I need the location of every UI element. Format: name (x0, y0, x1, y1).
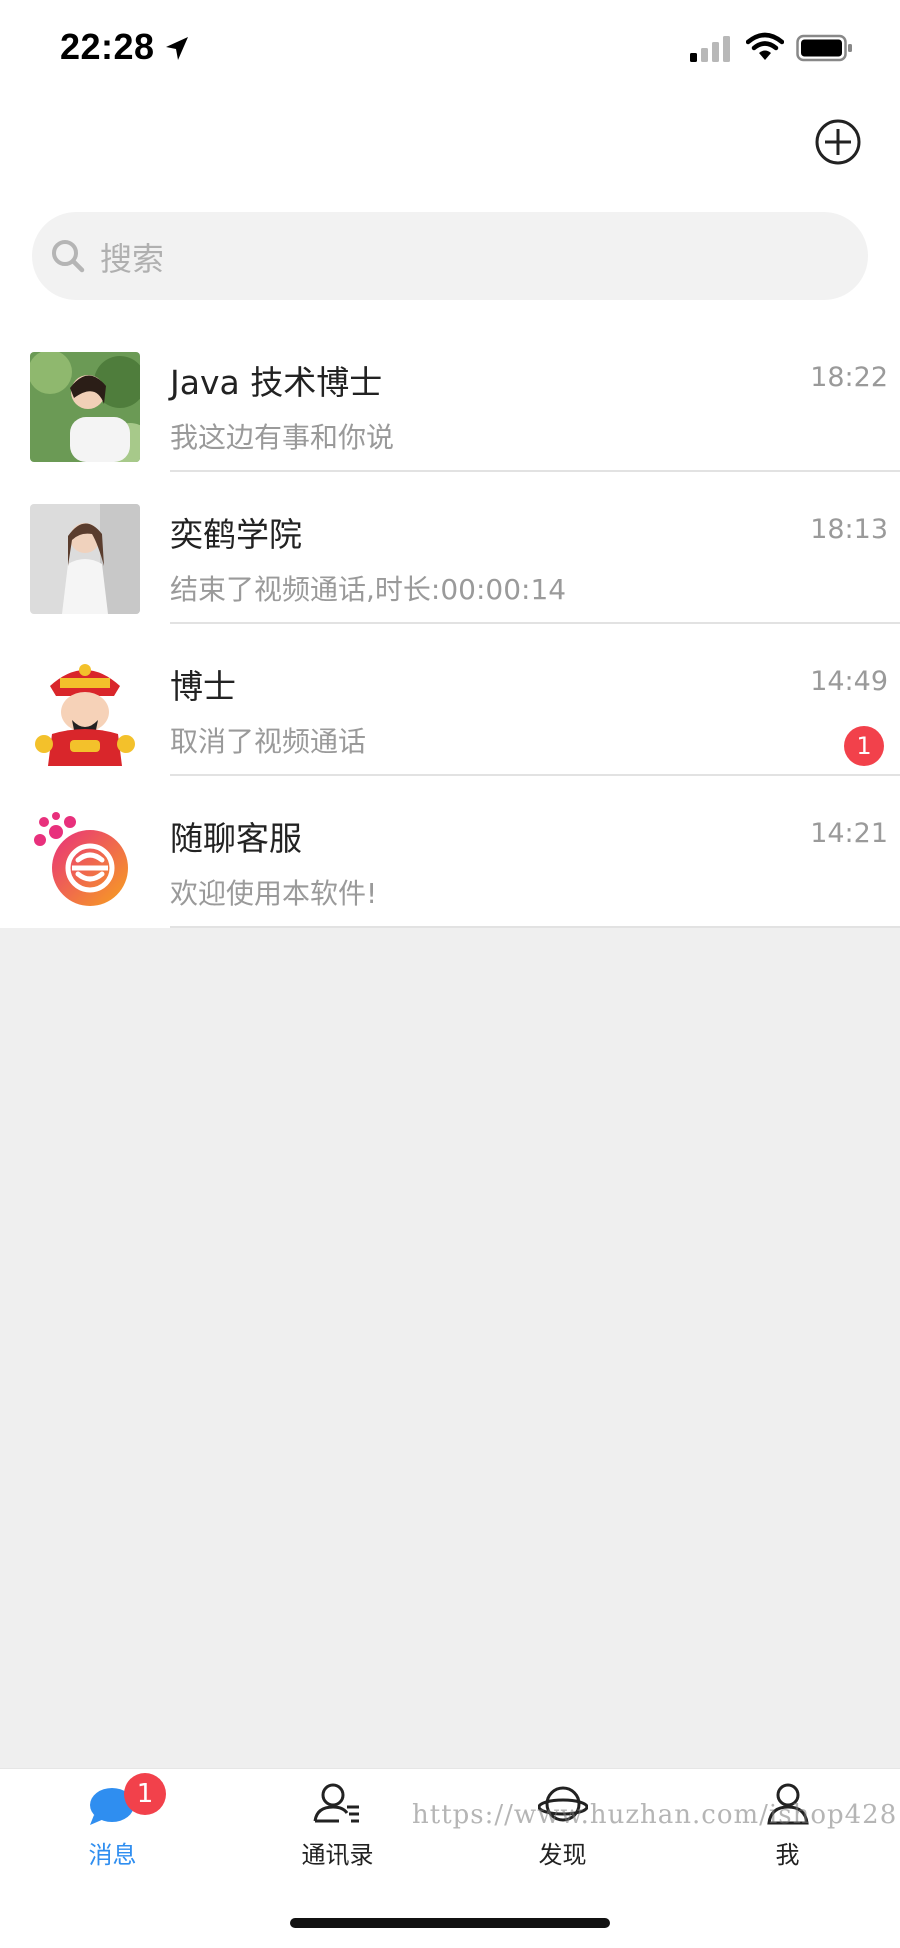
watermark: https://www.huzhan.com/ishop42813 (412, 1800, 900, 1830)
divider (170, 926, 900, 928)
chat-time: 14:21 (810, 818, 888, 849)
tab-label: 消息 (88, 1841, 137, 1869)
chat-item[interactable]: 随聊客服 欢迎使用本软件! 14:21 (0, 776, 900, 928)
tab-label: 通讯录 (301, 1841, 374, 1869)
location-arrow-icon (166, 37, 188, 60)
chat-message-preview: 欢迎使用本软件! (170, 877, 378, 910)
tab-label: 我 (775, 1841, 800, 1869)
avatar (30, 352, 140, 462)
avatar (30, 808, 140, 918)
tab-badge: 1 (124, 1773, 166, 1815)
search-icon (52, 240, 85, 273)
chat-message-preview: 我这边有事和你说 (170, 421, 395, 454)
chat-name: 随聊客服 (170, 819, 302, 858)
chat-name: Java 技术博士 (170, 363, 383, 402)
chat-time: 18:13 (810, 514, 888, 545)
chat-message-preview: 取消了视频通话 (170, 725, 367, 758)
unread-badge: 1 (844, 726, 884, 766)
chat-message-preview: 结束了视频通话,时长:00:00:14 (170, 573, 567, 606)
chat-item[interactable]: Java 技术博士 我这边有事和你说 18:22 (0, 320, 900, 472)
header-area: 22:28 搜索 (0, 0, 900, 320)
avatar (30, 656, 140, 766)
chat-item[interactable]: 博士 取消了视频通话 14:49 1 (0, 624, 900, 776)
chat-name: 奕鹤学院 (170, 515, 302, 554)
chat-time: 18:22 (810, 362, 888, 393)
wifi-icon (746, 32, 784, 60)
cellular-signal-icon (690, 36, 730, 62)
avatar (30, 504, 140, 614)
chat-time: 14:49 (810, 666, 888, 697)
battery-icon (796, 34, 852, 62)
chat-list: Java 技术博士 我这边有事和你说 18:22 奕鹤学院 结束了视频通话,时长… (0, 320, 900, 928)
home-indicator[interactable] (290, 1918, 610, 1928)
search-input[interactable]: 搜索 (32, 212, 868, 300)
add-icon[interactable] (814, 118, 862, 166)
tab-messages[interactable]: 1 消息 (0, 1769, 225, 1879)
tab-label: 发现 (538, 1841, 587, 1869)
chat-item[interactable]: 奕鹤学院 结束了视频通话,时长:00:00:14 18:13 (0, 472, 900, 624)
chat-name: 博士 (170, 667, 236, 706)
status-bar: 22:28 (0, 0, 900, 100)
status-time: 22:28 (60, 26, 155, 67)
contacts-icon (313, 1783, 359, 1823)
search-placeholder: 搜索 (100, 240, 165, 278)
